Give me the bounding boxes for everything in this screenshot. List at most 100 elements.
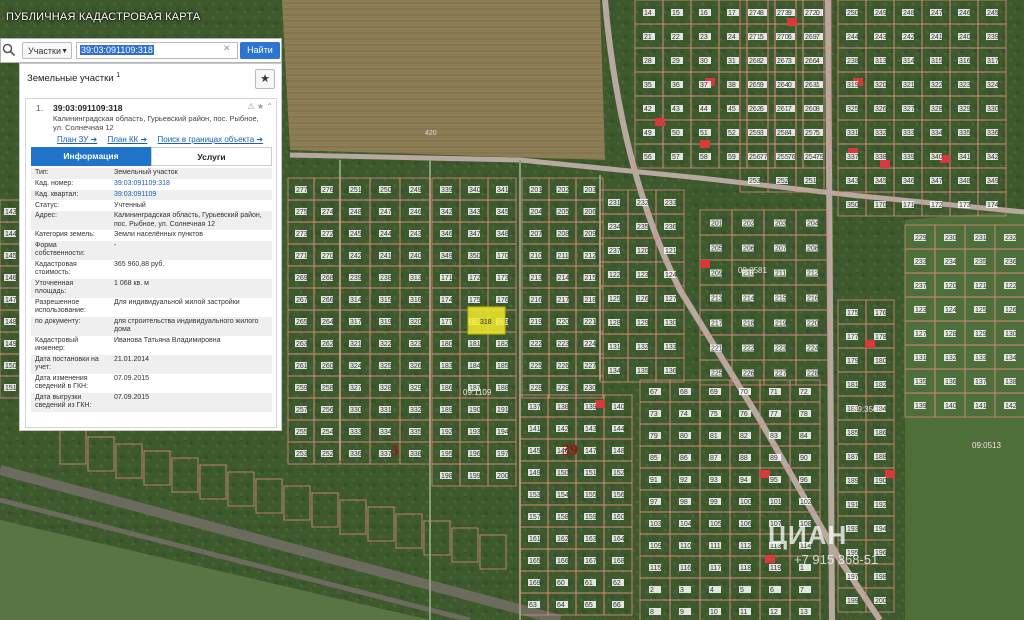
info-row: Категория земель: Земли населённых пункто… — [31, 230, 272, 241]
parcel-number: 73 — [650, 411, 658, 418]
parcel-number: 181 — [469, 341, 481, 348]
parcel-number: 270 — [322, 253, 334, 260]
search-type-select[interactable]: Участки ▼ — [22, 42, 72, 59]
star-icon[interactable]: ★ — [257, 102, 264, 111]
parcel-number: 160 — [613, 514, 625, 521]
parcel-number: 13 — [800, 609, 808, 616]
result-cad-number[interactable]: 39:03:091109:318 — [53, 103, 122, 113]
parcel-number: 164 — [613, 536, 625, 543]
result-tools[interactable]: ⚠ ★ ⌃ — [247, 102, 273, 111]
tab-info[interactable]: Информация — [31, 147, 151, 166]
parcel-number: 124 — [945, 307, 957, 314]
parcel-number: 51 — [700, 130, 708, 137]
results-panel: Земельные участки 1 ★ 1. 39:03:091109:31… — [19, 63, 282, 431]
parcel-number: 142 — [557, 426, 569, 433]
tab-services[interactable]: Услуги — [151, 147, 272, 166]
info-label: Кадастровый инженер: — [35, 337, 79, 353]
info-value: Калининградская область, Гурьевский райо… — [110, 211, 272, 231]
parcel-number: 331 — [380, 407, 392, 414]
parcel-number: 184 — [469, 363, 481, 370]
parcel-number: 347 — [931, 178, 943, 185]
parcel-number: 159 — [585, 514, 597, 521]
parcel-number: 320 — [410, 319, 422, 326]
parcel-number: 56 — [644, 154, 652, 161]
parcel-number: 263 — [805, 82, 817, 89]
parcel-number: 145 — [529, 448, 541, 455]
parcel-number: 127 — [665, 296, 677, 303]
info-value: 07.09.2015 — [114, 375, 150, 383]
parcel-number: 334 — [931, 130, 943, 137]
parcel-number: 234 — [609, 224, 621, 231]
parcel-number: 121 — [665, 248, 677, 255]
parcel-number: 240 — [410, 253, 422, 260]
parcel-number: 7 — [800, 587, 804, 594]
search-icon[interactable] — [2, 43, 16, 57]
parcel-number: 216 — [807, 296, 819, 303]
parcel-number: 78 — [800, 411, 808, 418]
parcel-number: 251 — [805, 178, 817, 185]
big-quarter-number-2: 3 — [391, 444, 398, 459]
parcel-number: 5 — [740, 587, 744, 594]
collapse-icon[interactable]: ⌃ — [266, 102, 273, 111]
info-value[interactable]: 39:03:091109:318 — [110, 179, 272, 190]
parcel-number: 77 — [770, 411, 778, 418]
parcel-number: 152 — [613, 470, 625, 477]
parcel-number: 350 — [847, 202, 859, 209]
parcel-number: 110 — [680, 543, 691, 550]
parcel-number: 341 — [497, 187, 509, 194]
parcel-number: 241 — [931, 34, 943, 41]
parcel-number: 186 — [875, 430, 887, 437]
parcel-number: 98 — [680, 499, 688, 506]
parcel-number: 245 — [350, 231, 362, 238]
link-plan-kk[interactable]: План КК ➔ — [108, 135, 148, 144]
parcel-number: 129 — [637, 320, 649, 327]
parcel-number: 35 — [644, 82, 652, 89]
clear-icon[interactable]: ✕ — [223, 43, 231, 54]
parcel-number: 45 — [728, 106, 736, 113]
parcel-number: 255 — [296, 429, 308, 436]
find-button[interactable]: Найти — [240, 42, 280, 59]
parcel-number: 217 — [711, 321, 723, 328]
parcel-number: 109 — [650, 543, 662, 550]
parcel-number: 273 — [296, 231, 308, 238]
parcel-number: 261 — [296, 363, 308, 370]
search-input[interactable]: 39:03:091109:318 — [76, 42, 238, 59]
parcel-number: 88 — [740, 455, 748, 462]
warning-icon[interactable]: ⚠ — [247, 102, 254, 111]
parcel-number: 132 — [945, 355, 957, 362]
parcel-number: 162 — [557, 536, 569, 543]
search-type-label: Участки — [28, 46, 61, 56]
info-row: по документу: для строительства индивидуа… — [31, 316, 272, 336]
parcel-number: 266 — [805, 58, 817, 65]
parcel-number: 138 — [557, 404, 569, 411]
building — [885, 470, 895, 478]
parcel-number: 336 — [350, 451, 362, 458]
link-plan-zu[interactable]: План ЗУ ➔ — [57, 135, 97, 144]
parcel-number: 314 — [903, 58, 915, 65]
parcel-number: 275 — [296, 209, 308, 216]
parcel-number: 321 — [350, 341, 362, 348]
parcel-number: 253 — [749, 178, 761, 185]
info-row: Кад. номер: 39:03:091109:318 — [31, 179, 272, 190]
parcel-number: 192 — [441, 429, 453, 436]
parcel-number: 348 — [497, 231, 509, 238]
parcel-number: 120 — [637, 248, 649, 255]
favorite-star-button[interactable]: ★ — [255, 69, 275, 89]
parcel-number: 277 — [296, 187, 308, 194]
parcel-number: 118 — [740, 565, 751, 572]
parcel-number: 320 — [875, 82, 887, 89]
parcel-number: 214 — [743, 296, 755, 303]
info-value[interactable]: 39:03:091109 — [110, 189, 272, 201]
parcel-number: 144 — [5, 231, 17, 238]
info-label: Адрес: — [31, 211, 110, 231]
parcel-number: 24 — [728, 34, 736, 41]
parcel-number: 231 — [609, 200, 621, 207]
parcel-number: 232 — [637, 200, 649, 207]
parcel-number: 145 — [5, 253, 17, 260]
parcel-number: 222 — [531, 341, 543, 348]
link-search-bounds[interactable]: Поиск в границах объекта ➔ — [158, 135, 264, 144]
chevron-down-icon: ▼ — [61, 48, 68, 55]
parcel-number: 2 — [650, 587, 654, 594]
parcel-number: 325 — [847, 106, 859, 113]
parcel-number: 331 — [847, 130, 859, 137]
